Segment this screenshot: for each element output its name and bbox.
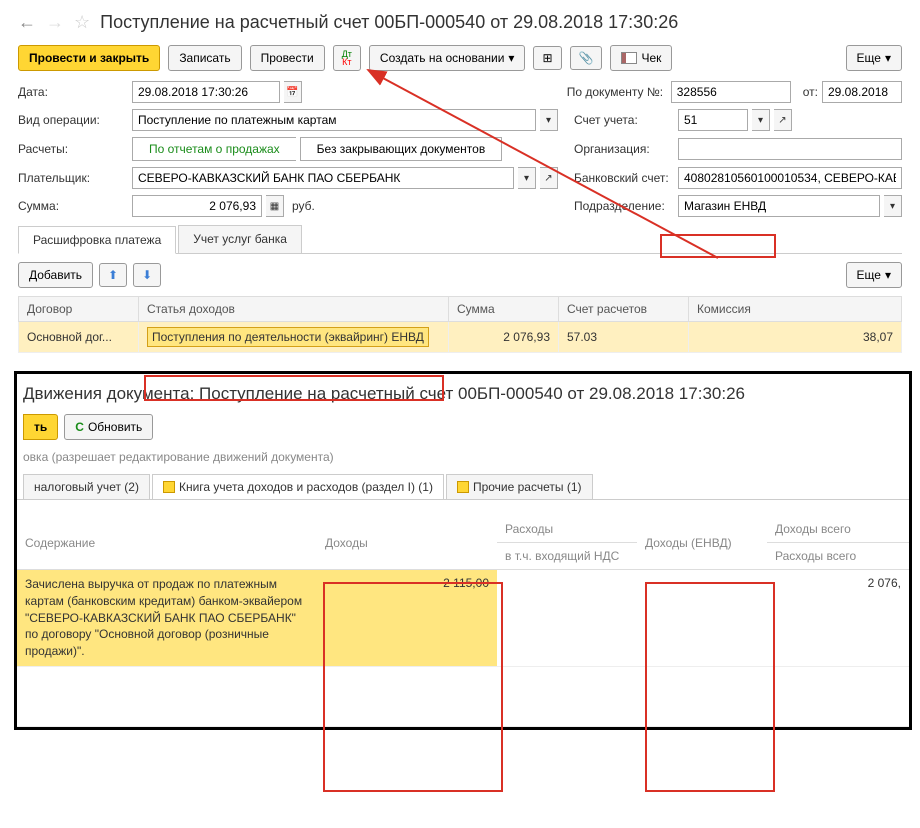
col-income-item[interactable]: Статья доходов [139,297,449,322]
mcol-vat[interactable]: в т.ч. входящий НДС [497,543,637,570]
division-input[interactable] [678,195,880,217]
mcell-income-total[interactable]: 2 076, [767,570,909,667]
back-arrow-icon[interactable]: ← [18,12,36,33]
mcol-expense[interactable]: Расходы [497,516,637,543]
movements-row[interactable]: Зачислена выручка от продаж по платежным… [17,570,909,667]
grid-more-button[interactable]: Еще ▾ [846,262,902,288]
add-row-button[interactable]: Добавить [18,262,93,288]
move-up-button[interactable]: ⬆ [99,263,127,287]
check-icon [621,52,637,64]
mov-tab-book[interactable]: Книга учета доходов и расходов (раздел I… [152,474,444,499]
movements-title: Движения документа: Поступление на расче… [17,374,909,412]
account-input[interactable] [678,109,748,131]
cell-income-item[interactable]: Поступления по деятельности (эквайринг) … [139,322,449,353]
tab-icon [163,481,175,493]
optype-dropdown[interactable]: ▾ [540,109,558,131]
org-input[interactable] [678,138,902,160]
mcell-expense[interactable] [497,570,637,667]
refresh-button[interactable]: C Обновить [64,414,153,440]
date-label: Дата: [18,85,128,99]
docnum-label: По документу №: [567,85,667,99]
star-icon[interactable]: ☆ [74,12,90,33]
cell-settle-acc[interactable]: 57.03 [559,322,689,353]
paperclip-icon: 📎 [579,51,594,65]
sum-label: Сумма: [18,199,128,213]
docnum-input[interactable] [671,81,791,103]
chevron-down-icon: ▾ [508,51,514,65]
account-label: Счет учета: [574,113,674,127]
account-open[interactable]: ↗ [774,109,792,131]
mcell-income-envd[interactable] [637,570,767,667]
date-input[interactable] [132,81,280,103]
mcell-content[interactable]: Зачислена выручка от продаж по платежным… [17,570,317,667]
calc-seg-reports[interactable]: По отчетам о продажах [132,137,296,161]
post-and-close-button[interactable]: Провести и закрыть [18,45,160,71]
sum-input[interactable] [132,195,262,217]
mcol-expense-total[interactable]: Расходы всего [767,543,909,570]
sum-calc[interactable]: ▦ [266,195,284,217]
payment-grid: Договор Статья доходов Сумма Счет расчет… [18,296,902,353]
page-title: Поступление на расчетный счет 00БП-00054… [100,12,678,33]
save-button[interactable]: Записать [168,45,241,71]
movements-panel: Движения документа: Поступление на расче… [14,371,912,730]
calendar-icon[interactable]: 📅 [284,81,302,103]
payer-open[interactable]: ↗ [540,167,558,189]
from-date-input[interactable] [822,81,902,103]
mcol-income-envd[interactable]: Доходы (ЕНВД) [637,516,767,570]
grid-row[interactable]: Основной дог... Поступления по деятельно… [19,322,902,353]
check-button[interactable]: Чек [610,45,672,71]
bankacc-input[interactable] [678,167,902,189]
bankacc-label: Банковский счет: [574,171,674,185]
col-sum[interactable]: Сумма [449,297,559,322]
org-label: Организация: [574,142,674,156]
optype-label: Вид операции: [18,113,128,127]
payer-input[interactable] [132,167,514,189]
dtkt-button[interactable]: ДтКт [333,45,361,71]
account-dropdown[interactable]: ▾ [752,109,770,131]
mcol-content[interactable]: Содержание [17,516,317,570]
division-label: Подразделение: [574,199,674,213]
cell-sum[interactable]: 2 076,93 [449,322,559,353]
from-label: от: [803,85,818,99]
movements-hint: овка (разрешает редактирование движений … [17,450,909,474]
tab-decode[interactable]: Расшифровка платежа [18,226,176,254]
structure-button[interactable]: ⊞ [533,46,561,70]
calc-label: Расчеты: [18,142,128,156]
chevron-down-icon: ▾ [885,51,891,65]
more-button[interactable]: Еще ▾ [846,45,902,71]
cell-contract[interactable]: Основной дог... [19,322,139,353]
mcol-income-total[interactable]: Доходы всего [767,516,909,543]
movements-grid: Содержание Доходы Расходы Доходы (ЕНВД) … [17,516,909,727]
cell-commission[interactable]: 38,07 [689,322,902,353]
payer-dropdown[interactable]: ▾ [518,167,536,189]
sum-currency: руб. [292,199,315,213]
optype-input[interactable] [132,109,536,131]
division-dropdown[interactable]: ▾ [884,195,902,217]
col-commission[interactable]: Комиссия [689,297,902,322]
attach-button[interactable]: 📎 [570,46,603,70]
col-settle-acc[interactable]: Счет расчетов [559,297,689,322]
col-contract[interactable]: Договор [19,297,139,322]
move-down-button[interactable]: ⬇ [133,263,161,287]
calc-seg-noclose[interactable]: Без закрывающих документов [300,137,503,161]
tab-bank-services[interactable]: Учет услуг банка [178,225,302,253]
movements-close-button[interactable]: ть [23,414,58,440]
refresh-icon: C [75,420,84,434]
tab-icon [457,481,469,493]
chevron-down-icon: ▾ [885,268,891,282]
mov-tab-tax[interactable]: налоговый учет (2) [23,474,150,499]
mcell-income[interactable]: 2 115,00 [317,570,497,667]
create-based-on-button[interactable]: Создать на основании ▾ [369,45,526,71]
payer-label: Плательщик: [18,171,128,185]
mov-tab-other[interactable]: Прочие расчеты (1) [446,474,593,499]
post-button[interactable]: Провести [250,45,325,71]
forward-arrow-icon[interactable]: → [46,12,64,33]
mcol-income[interactable]: Доходы [317,516,497,570]
